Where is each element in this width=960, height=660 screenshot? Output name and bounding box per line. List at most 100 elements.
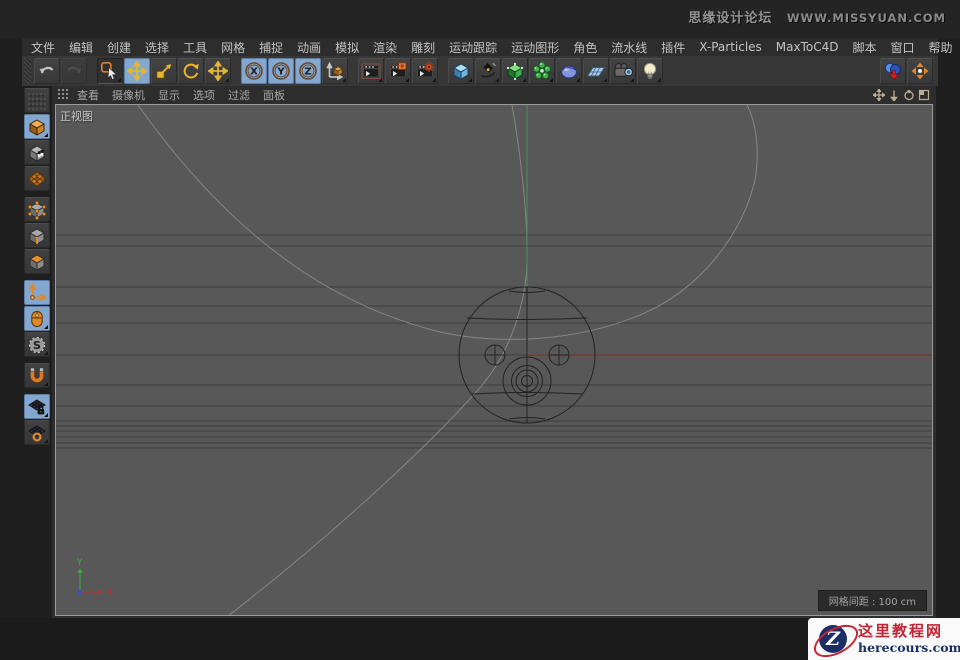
texture-mode-button[interactable] <box>24 140 50 165</box>
viewport-solo-button[interactable] <box>24 306 50 331</box>
grid-snap-button[interactable] <box>24 420 50 445</box>
menu-item-10[interactable]: 渲染 <box>373 39 397 56</box>
viewport-canvas[interactable]: YX 正视图 网格间距 : 100 cm <box>55 104 933 616</box>
grid-lines <box>56 234 932 449</box>
layout-spheres-icon <box>884 62 901 80</box>
viewport-nav-controls <box>871 88 931 101</box>
menu-item-13[interactable]: 运动图形 <box>511 39 559 56</box>
site-watermark-url: WWW.MISSYUAN.COM <box>786 11 946 25</box>
snap-enable-button[interactable]: S <box>24 332 50 357</box>
lock-z-axis-button[interactable]: Z <box>295 58 321 84</box>
menu-item-14[interactable]: 角色 <box>573 39 597 56</box>
menu-item-16[interactable]: 插件 <box>661 39 685 56</box>
polygons-mode-button[interactable] <box>24 249 50 274</box>
cinema4d-window: 思缘设计论坛 WWW.MISSYUAN.COM 文件 编辑 创建 选择 工具 网格 捕捉 动画… <box>0 0 960 660</box>
enable-axis-button[interactable] <box>24 280 50 305</box>
add-spline-button[interactable] <box>475 58 501 84</box>
add-camera-button[interactable] <box>610 58 636 84</box>
deformer-icon <box>561 65 577 79</box>
menu-item-20[interactable]: 窗口 <box>891 39 915 56</box>
menu-item-21[interactable]: 帮助 <box>929 39 953 56</box>
menu-item-17[interactable]: X-Particles <box>699 40 762 54</box>
viewport-menu-item-5[interactable]: 过滤 <box>228 87 250 103</box>
move-tool-button[interactable] <box>124 58 150 84</box>
render-settings-button[interactable] <box>412 58 438 84</box>
svg-text:X: X <box>250 67 258 78</box>
lock-y-axis-button[interactable]: Y <box>268 58 294 84</box>
interface-layout-button[interactable] <box>880 58 906 84</box>
coords-icon <box>326 61 344 81</box>
points-mode-button[interactable] <box>24 197 50 222</box>
cube-icon <box>453 63 469 80</box>
pan-view-icon <box>872 88 885 101</box>
add-mograph-button[interactable] <box>529 58 555 84</box>
viewport-grip-icon[interactable] <box>57 85 69 104</box>
render-settings-icon <box>417 62 434 78</box>
add-deformer-button[interactable] <box>556 58 582 84</box>
add-generator-button[interactable] <box>502 58 528 84</box>
add-light-button[interactable] <box>637 58 663 84</box>
workplane-lock-button[interactable] <box>24 394 50 419</box>
toggle-view-icon <box>918 89 929 100</box>
plane-snap-icon <box>28 424 46 442</box>
last-tool-button[interactable] <box>205 58 231 84</box>
menu-item-9[interactable]: 模拟 <box>335 39 359 56</box>
scale-tool-button[interactable] <box>151 58 177 84</box>
menu-item-1[interactable]: 文件 <box>31 39 55 56</box>
menu-item-11[interactable]: 雕刻 <box>411 39 435 56</box>
menu-item-2[interactable]: 编辑 <box>69 39 93 56</box>
redo-icon <box>67 66 82 74</box>
gizmo-z-dot <box>77 590 81 594</box>
floor-icon <box>586 67 606 77</box>
menu-item-19[interactable]: 脚本 <box>853 39 877 56</box>
menu-item-7[interactable]: 捕捉 <box>259 39 283 56</box>
scene-3d-view[interactable]: YX <box>56 105 932 615</box>
pan-view-button[interactable] <box>871 88 886 101</box>
view-label[interactable]: 正视图 <box>60 108 93 124</box>
grid-spacing-readout: 网格间距 : 100 cm <box>817 590 927 611</box>
add-cube-button[interactable] <box>448 58 474 84</box>
viewport-menu-item-6[interactable]: 面板 <box>263 87 285 103</box>
magnet-icon <box>30 367 44 382</box>
grid-dots-icon <box>58 89 68 99</box>
rotate-icon <box>183 63 199 79</box>
viewport-menu-item-2[interactable]: 摄像机 <box>112 87 145 103</box>
scene-curves <box>137 105 758 615</box>
menu-item-6[interactable]: 网格 <box>221 39 245 56</box>
viewport-menu-item-4[interactable]: 选项 <box>193 87 215 103</box>
menu-item-12[interactable]: 运动跟踪 <box>449 39 497 56</box>
menu-item-5[interactable]: 工具 <box>183 39 207 56</box>
magnet-snap-button[interactable] <box>24 363 50 388</box>
menu-item-15[interactable]: 流水线 <box>611 39 647 56</box>
rotate-tool-button[interactable] <box>178 58 204 84</box>
redo-button[interactable] <box>61 58 87 84</box>
undo-button[interactable] <box>34 58 60 84</box>
lock-x-axis-button[interactable]: X <box>241 58 267 84</box>
rotate-view-icon <box>903 89 914 100</box>
polygons-cube-icon <box>29 254 45 270</box>
viewport-menu-item-3[interactable]: 显示 <box>158 87 180 103</box>
rotate-view-button[interactable] <box>901 88 916 101</box>
live-selection-button[interactable] <box>97 58 123 84</box>
render-view-button[interactable] <box>358 58 384 84</box>
coordinate-system-button[interactable] <box>322 58 348 84</box>
edges-mode-button[interactable] <box>24 223 50 248</box>
tutorial-watermark-badge: Z 这里教程网 herecours.com <box>808 618 960 660</box>
menu-item-3[interactable]: 创建 <box>107 39 131 56</box>
menu-item-8[interactable]: 动画 <box>297 39 321 56</box>
viewport-menu-item-1[interactable]: 查看 <box>77 87 99 103</box>
badge-title: 这里教程网 <box>858 622 944 640</box>
viewport-panel: 查看 摄像机 显示 选项 过滤 面板 YX 正视图 网格间距 : 100 cm <box>52 86 936 618</box>
add-environment-button[interactable] <box>583 58 609 84</box>
workplane-mode-button[interactable] <box>24 166 50 191</box>
toolbar-grip[interactable] <box>24 58 31 84</box>
camera-icon <box>614 63 633 77</box>
menu-item-18[interactable]: MaxToC4D <box>776 40 839 54</box>
toggle-view-button[interactable] <box>916 88 931 101</box>
render-picture-viewer-button[interactable] <box>385 58 411 84</box>
model-mode-button[interactable] <box>24 114 50 139</box>
menu-item-4[interactable]: 选择 <box>145 39 169 56</box>
dolly-view-button[interactable] <box>886 88 901 101</box>
toolbar-right-buttons <box>880 58 934 84</box>
viewport-navigation-button[interactable] <box>907 58 933 84</box>
